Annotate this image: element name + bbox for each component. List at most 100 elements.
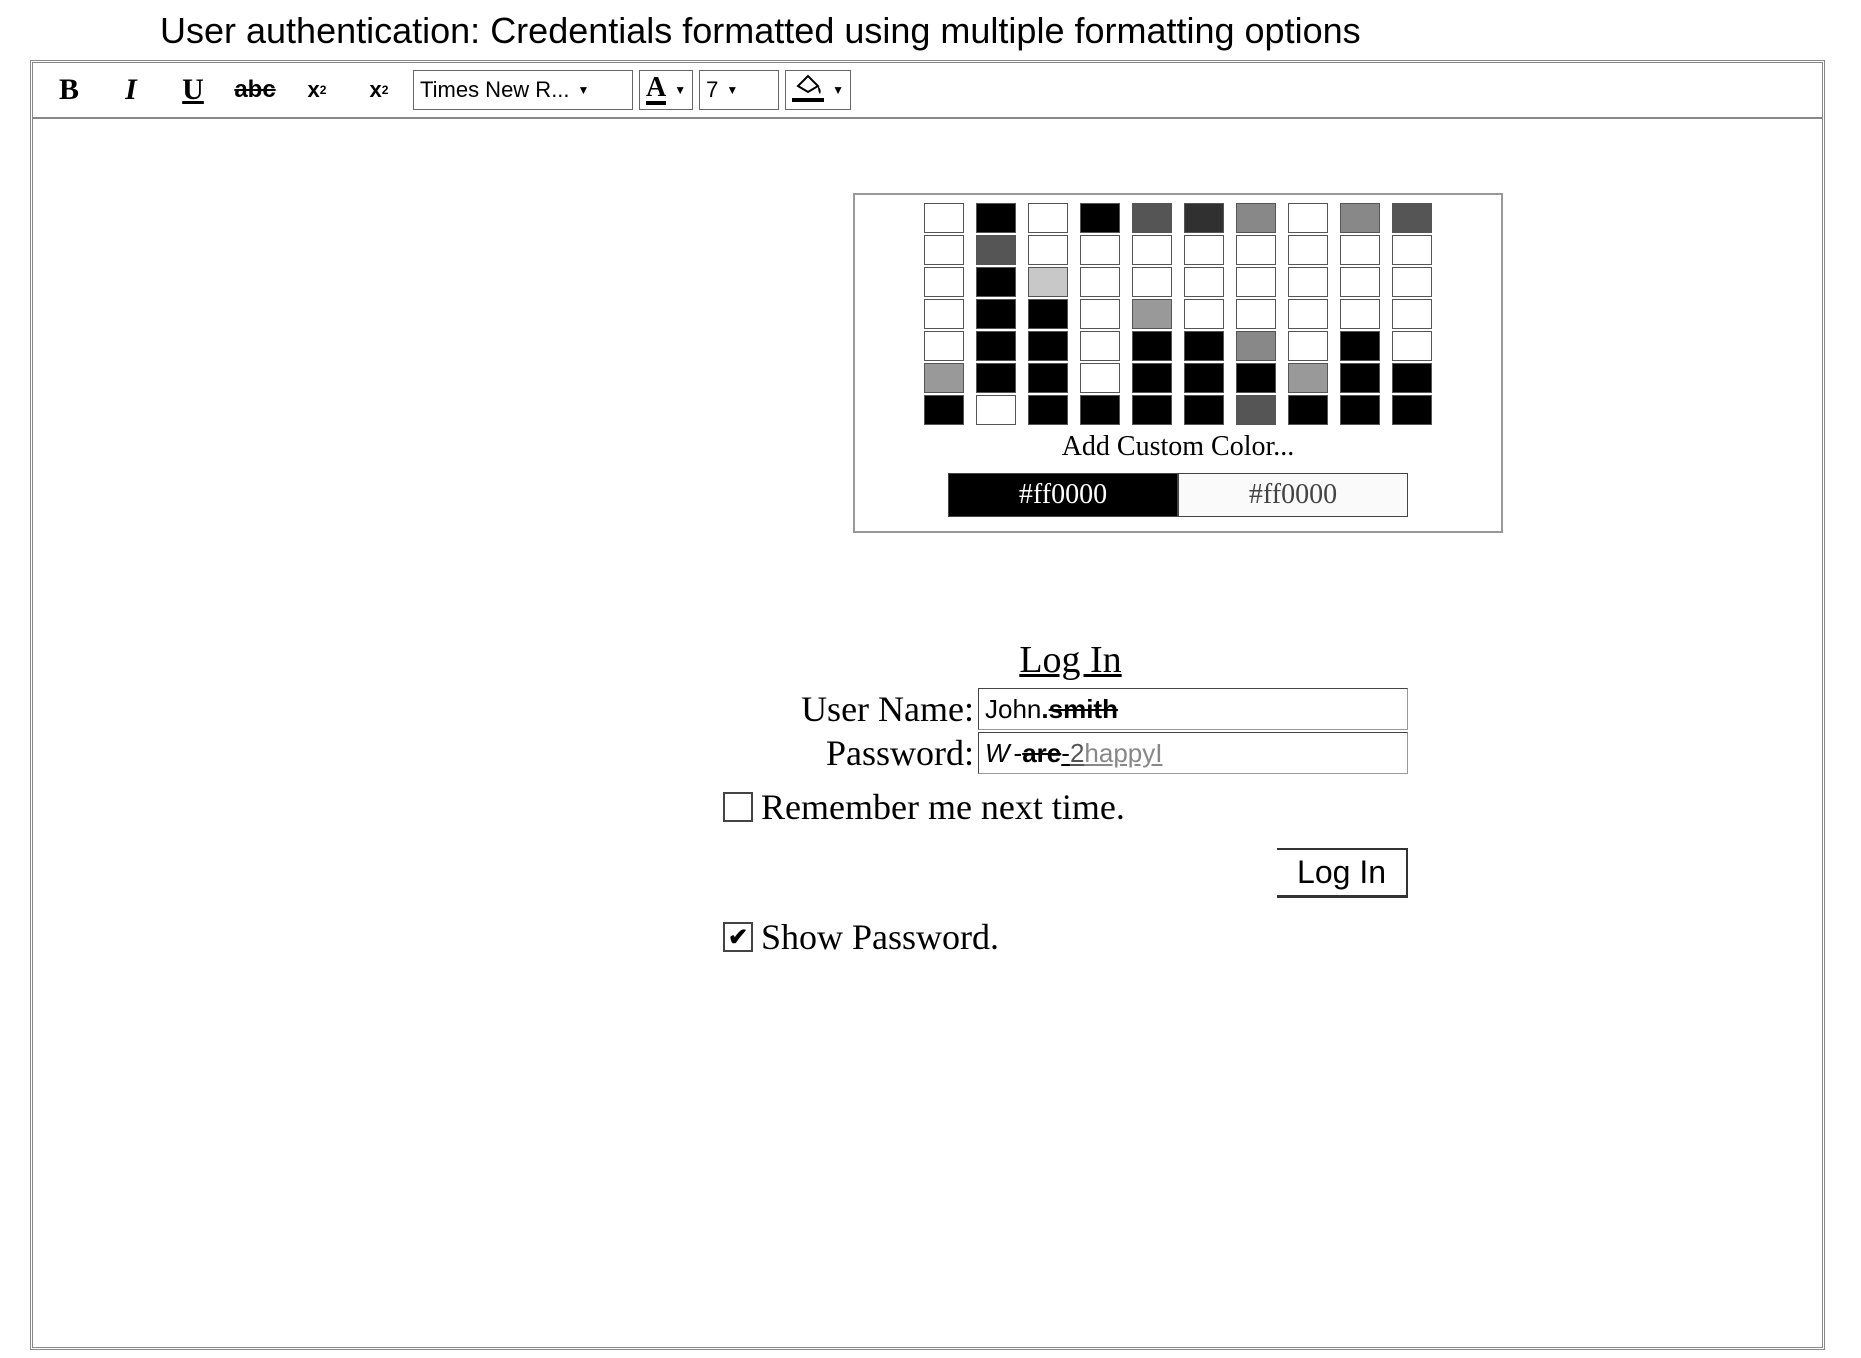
color-swatch[interactable] xyxy=(924,203,964,233)
color-swatch[interactable] xyxy=(1028,363,1068,393)
color-swatch[interactable] xyxy=(1392,395,1432,425)
color-swatch[interactable] xyxy=(1184,395,1224,425)
color-swatch[interactable] xyxy=(1236,235,1276,265)
font-family-select[interactable]: Times New R... ▼ xyxy=(413,70,633,110)
color-swatch[interactable] xyxy=(976,363,1016,393)
color-swatch[interactable] xyxy=(1288,331,1328,361)
underline-button[interactable]: U xyxy=(165,68,221,112)
color-swatch[interactable] xyxy=(1236,299,1276,329)
color-swatch[interactable] xyxy=(1028,203,1068,233)
superscript-exp: 2 xyxy=(320,83,327,97)
color-swatch[interactable] xyxy=(976,267,1016,297)
color-swatch[interactable] xyxy=(1340,235,1380,265)
color-swatch[interactable] xyxy=(1392,235,1432,265)
color-swatch[interactable] xyxy=(1392,331,1432,361)
color-swatch[interactable] xyxy=(1288,395,1328,425)
color-swatch[interactable] xyxy=(1080,363,1120,393)
color-picker-panel: Add Custom Color... #ff0000 #ff0000 xyxy=(853,193,1503,533)
add-custom-color-button[interactable]: Add Custom Color... xyxy=(867,431,1489,463)
color-swatch[interactable] xyxy=(1184,363,1224,393)
paint-bucket-icon xyxy=(792,78,824,102)
color-swatch[interactable] xyxy=(1184,331,1224,361)
color-swatch[interactable] xyxy=(1392,267,1432,297)
color-swatch[interactable] xyxy=(1392,203,1432,233)
color-swatch[interactable] xyxy=(1132,331,1172,361)
color-swatch[interactable] xyxy=(1028,395,1068,425)
color-swatch[interactable] xyxy=(1184,267,1224,297)
color-swatch[interactable] xyxy=(1132,235,1172,265)
color-swatch[interactable] xyxy=(1184,203,1224,233)
strikethrough-button[interactable]: abc xyxy=(227,68,283,112)
remember-me-label: Remember me next time. xyxy=(761,786,1125,828)
hex-preview-dark[interactable]: #ff0000 xyxy=(948,473,1178,517)
color-swatch[interactable] xyxy=(1028,267,1068,297)
color-swatch[interactable] xyxy=(1028,299,1068,329)
bold-button[interactable]: B xyxy=(41,68,97,112)
color-swatch[interactable] xyxy=(1028,331,1068,361)
color-swatch[interactable] xyxy=(1132,299,1172,329)
color-swatch[interactable] xyxy=(1080,331,1120,361)
font-size-select[interactable]: 7 ▼ xyxy=(699,70,779,110)
color-swatch[interactable] xyxy=(1184,235,1224,265)
color-swatch[interactable] xyxy=(1340,267,1380,297)
subscript-button[interactable]: x2 xyxy=(351,68,407,112)
color-swatch[interactable] xyxy=(1080,203,1120,233)
color-swatch[interactable] xyxy=(924,235,964,265)
color-swatch[interactable] xyxy=(924,331,964,361)
password-seg2: - xyxy=(1014,738,1023,769)
color-swatch[interactable] xyxy=(1288,203,1328,233)
show-password-checkbox[interactable]: ✔ xyxy=(723,922,753,952)
color-swatch[interactable] xyxy=(976,299,1016,329)
color-swatch[interactable] xyxy=(924,299,964,329)
color-swatch[interactable] xyxy=(1392,363,1432,393)
username-seg2: . xyxy=(1041,694,1048,725)
login-submit-button[interactable]: Log In xyxy=(1277,848,1408,898)
color-swatch[interactable] xyxy=(1080,267,1120,297)
color-swatch[interactable] xyxy=(1028,235,1068,265)
color-swatch[interactable] xyxy=(1340,299,1380,329)
color-swatch[interactable] xyxy=(1288,363,1328,393)
color-swatch[interactable] xyxy=(1340,331,1380,361)
superscript-button[interactable]: x2 xyxy=(289,68,345,112)
color-swatch[interactable] xyxy=(1236,203,1276,233)
color-swatch[interactable] xyxy=(1236,331,1276,361)
color-swatch[interactable] xyxy=(1392,299,1432,329)
background-color-button[interactable]: ▼ xyxy=(785,70,851,110)
color-swatch[interactable] xyxy=(976,235,1016,265)
color-swatch[interactable] xyxy=(1236,267,1276,297)
remember-me-checkbox[interactable] xyxy=(723,792,753,822)
color-swatch[interactable] xyxy=(1132,363,1172,393)
color-swatch[interactable] xyxy=(1080,395,1120,425)
color-swatch[interactable] xyxy=(1080,299,1120,329)
font-color-letter-icon: A xyxy=(646,75,666,104)
color-swatch[interactable] xyxy=(1080,235,1120,265)
color-swatch[interactable] xyxy=(1288,267,1328,297)
color-swatch[interactable] xyxy=(1184,299,1224,329)
color-swatch[interactable] xyxy=(1132,267,1172,297)
color-swatch[interactable] xyxy=(1340,203,1380,233)
italic-button[interactable]: I xyxy=(103,68,159,112)
color-swatch[interactable] xyxy=(1340,363,1380,393)
password-field[interactable]: W -are-2happyI xyxy=(978,732,1408,774)
color-swatch[interactable] xyxy=(976,395,1016,425)
color-swatch[interactable] xyxy=(1236,363,1276,393)
hex-input[interactable]: #ff0000 xyxy=(1178,473,1408,517)
font-family-value: Times New R... xyxy=(420,77,570,103)
color-swatch[interactable] xyxy=(1288,235,1328,265)
color-swatch[interactable] xyxy=(924,267,964,297)
color-swatch[interactable] xyxy=(1340,395,1380,425)
username-field[interactable]: John.smith xyxy=(978,688,1408,730)
color-swatch[interactable] xyxy=(1132,395,1172,425)
font-color-button[interactable]: A ▼ xyxy=(639,70,693,110)
username-seg1: John xyxy=(985,694,1041,725)
color-swatch[interactable] xyxy=(924,363,964,393)
color-swatch[interactable] xyxy=(1288,299,1328,329)
editor-canvas: B I U abc x2 x2 Times New R... ▼ A ▼ 7 ▼ xyxy=(30,60,1825,1350)
color-swatch[interactable] xyxy=(1236,395,1276,425)
color-swatch[interactable] xyxy=(976,331,1016,361)
color-swatch[interactable] xyxy=(924,395,964,425)
color-swatch[interactable] xyxy=(976,203,1016,233)
subscript-x: x xyxy=(370,77,382,103)
login-heading: Log In xyxy=(856,638,1286,682)
color-swatch[interactable] xyxy=(1132,203,1172,233)
